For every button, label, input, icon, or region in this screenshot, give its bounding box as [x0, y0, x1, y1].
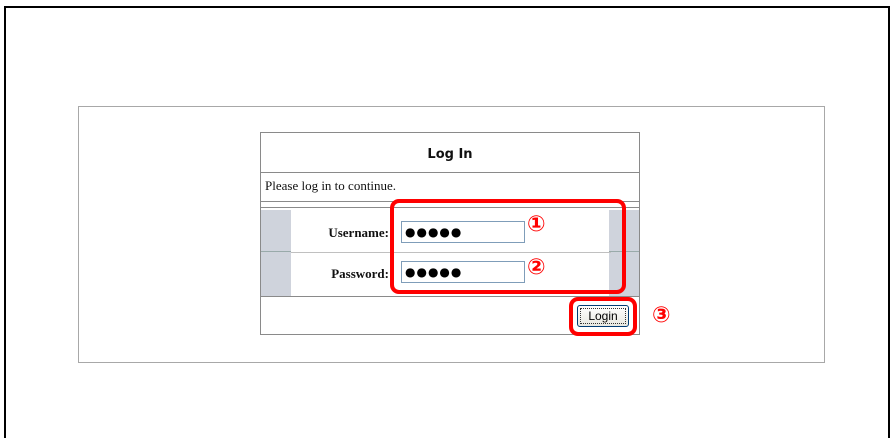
credentials-callout — [390, 199, 626, 294]
callout-number-2: ② — [527, 255, 546, 280]
password-label: Password: — [331, 266, 389, 281]
login-button[interactable]: Login — [577, 305, 629, 327]
callout-number-1: ① — [527, 212, 546, 237]
left-strip — [261, 210, 291, 296]
dialog-title: Log In — [261, 133, 639, 173]
callout-number-3: ③ — [652, 303, 671, 328]
username-label: Username: — [328, 225, 389, 240]
dialog-message: Please log in to continue. — [265, 178, 397, 193]
